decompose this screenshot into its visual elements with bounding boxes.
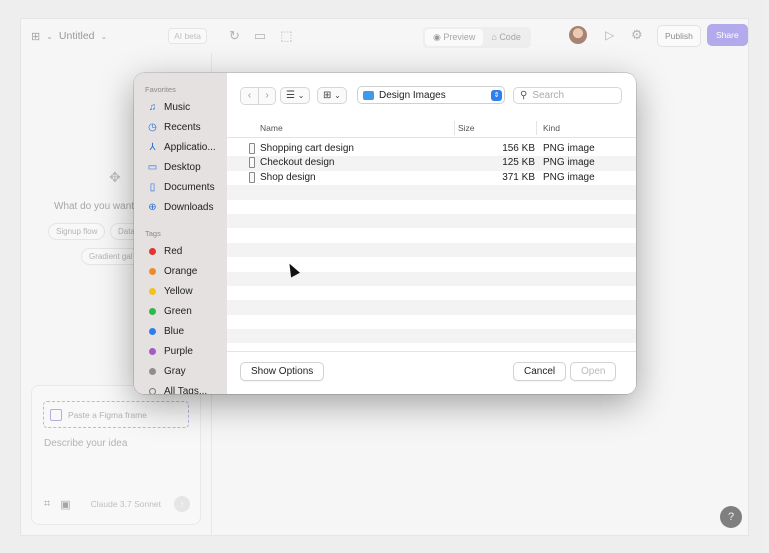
tag-label: Gray <box>164 365 186 377</box>
folder-icon <box>363 90 374 100</box>
grid-icon: ⊞ <box>323 90 332 101</box>
sidebar-item-label: Documents <box>164 181 215 193</box>
column-name[interactable]: Name <box>260 123 283 133</box>
forward-button[interactable]: › <box>258 88 275 104</box>
image-file-icon <box>249 171 255 183</box>
column-size[interactable]: Size <box>458 123 475 133</box>
empty-row <box>227 185 636 200</box>
file-row[interactable]: Shop design 371 KB PNG image <box>227 171 636 185</box>
file-kind: PNG image <box>543 143 595 154</box>
tag-label: Red <box>164 245 183 257</box>
column-kind[interactable]: Kind <box>543 123 560 133</box>
document-icon: ▯ <box>149 181 156 193</box>
empty-row <box>227 329 636 344</box>
music-icon: ♫ <box>148 101 157 113</box>
column-divider <box>536 121 537 135</box>
empty-row <box>227 300 636 315</box>
show-options-button[interactable]: Show Options <box>240 362 325 381</box>
dialog-main: ‹ › ☰ ⌄ ⊞ ⌄ Design Images ⇕ ⚲ Search Nam… <box>227 73 636 394</box>
file-row[interactable]: Shopping cart design 156 KB PNG image <box>227 142 636 156</box>
tag-gray[interactable]: Gray <box>134 361 227 381</box>
tag-label: All Tags... <box>164 385 208 395</box>
column-divider <box>454 121 455 135</box>
tag-all-tags[interactable]: All Tags... <box>134 381 227 394</box>
tag-dot <box>149 307 156 315</box>
tag-dot <box>149 287 156 295</box>
tag-yellow[interactable]: Yellow <box>134 281 227 301</box>
up-down-arrows-icon: ⇕ <box>491 89 502 101</box>
sidebar-item-label: Downloads <box>164 201 214 213</box>
tag-purple[interactable]: Purple <box>134 341 227 361</box>
sidebar-item-music[interactable]: ♫ Music <box>134 97 227 117</box>
sidebar-item-label: Recents <box>164 121 201 133</box>
open-file-dialog: Favorites ♫ Music ◷ Recents ⅄ Applicatio...… <box>134 73 636 394</box>
tag-red[interactable]: Red <box>134 241 227 261</box>
tags-heading: Tags <box>145 229 161 238</box>
file-name: Checkout design <box>260 157 335 169</box>
search-field[interactable]: ⚲ Search <box>513 87 622 104</box>
location-popup[interactable]: Design Images ⇕ <box>357 86 505 104</box>
sidebar-item-label: Applicatio... <box>164 141 216 153</box>
empty-row <box>227 242 636 258</box>
back-button[interactable]: ‹ <box>241 88 258 104</box>
file-list: Shopping cart design 156 KB PNG image Ch… <box>227 142 636 344</box>
tag-green[interactable]: Green <box>134 301 227 321</box>
nav-buttons: ‹ › <box>240 87 276 105</box>
tag-label: Green <box>164 305 192 317</box>
tag-dot <box>149 367 156 375</box>
file-row[interactable]: Checkout design 125 KB PNG image <box>227 156 636 171</box>
list-view-button[interactable]: ☰ ⌄ <box>280 87 311 104</box>
tag-label: Blue <box>164 325 185 337</box>
list-icon: ☰ <box>286 90 295 101</box>
search-icon: ⚲ <box>520 90 528 101</box>
empty-row <box>227 200 636 214</box>
all-tags-icon <box>149 387 156 394</box>
applications-icon: ⅄ <box>149 141 156 153</box>
empty-row <box>227 315 636 329</box>
file-name: Shop design <box>260 171 316 183</box>
tag-blue[interactable]: Blue <box>134 321 227 341</box>
file-name: Shopping cart design <box>260 143 354 154</box>
tag-label: Orange <box>164 265 198 277</box>
clock-icon: ◷ <box>148 121 157 133</box>
download-icon: ⊕ <box>148 201 157 213</box>
empty-row <box>227 213 636 229</box>
sidebar-item-label: Desktop <box>164 161 201 173</box>
file-size: 156 KB <box>502 143 535 154</box>
dialog-toolbar: ‹ › ☰ ⌄ ⊞ ⌄ Design Images ⇕ ⚲ Search <box>227 73 636 118</box>
image-file-icon <box>249 157 255 169</box>
favorites-heading: Favorites <box>145 85 176 94</box>
empty-row <box>227 228 636 242</box>
search-placeholder: Search <box>532 90 565 101</box>
cancel-button[interactable]: Cancel <box>513 362 567 381</box>
file-size: 125 KB <box>502 157 535 169</box>
tag-label: Yellow <box>164 285 193 297</box>
tag-dot <box>149 247 156 255</box>
image-file-icon <box>249 143 255 154</box>
tag-dot <box>149 267 156 275</box>
desktop-icon: ▭ <box>147 161 158 173</box>
sidebar-item-documents[interactable]: ▯ Documents <box>134 177 227 197</box>
sidebar-item-downloads[interactable]: ⊕ Downloads <box>134 197 227 217</box>
sidebar-item-applications[interactable]: ⅄ Applicatio... <box>134 137 227 157</box>
file-kind: PNG image <box>543 171 595 183</box>
dialog-sidebar: Favorites ♫ Music ◷ Recents ⅄ Applicatio...… <box>134 73 227 394</box>
dialog-footer: Show Options Cancel Open <box>227 351 636 394</box>
grid-view-button[interactable]: ⊞ ⌄ <box>317 87 347 104</box>
open-button[interactable]: Open <box>570 362 617 381</box>
sidebar-item-label: Music <box>164 101 191 113</box>
chevron-down-icon: ⌄ <box>297 91 305 100</box>
location-label: Design Images <box>379 89 446 101</box>
chevron-down-icon: ⌄ <box>334 91 341 100</box>
file-kind: PNG image <box>543 157 595 169</box>
tag-label: Purple <box>164 345 193 357</box>
sidebar-item-desktop[interactable]: ▭ Desktop <box>134 157 227 177</box>
column-headers: Name Size Kind <box>227 118 636 138</box>
sidebar-item-recents[interactable]: ◷ Recents <box>134 117 227 137</box>
tag-dot <box>149 347 156 355</box>
tag-dot <box>149 327 156 335</box>
empty-row <box>227 286 636 300</box>
file-size: 371 KB <box>502 171 535 183</box>
tag-orange[interactable]: Orange <box>134 261 227 281</box>
